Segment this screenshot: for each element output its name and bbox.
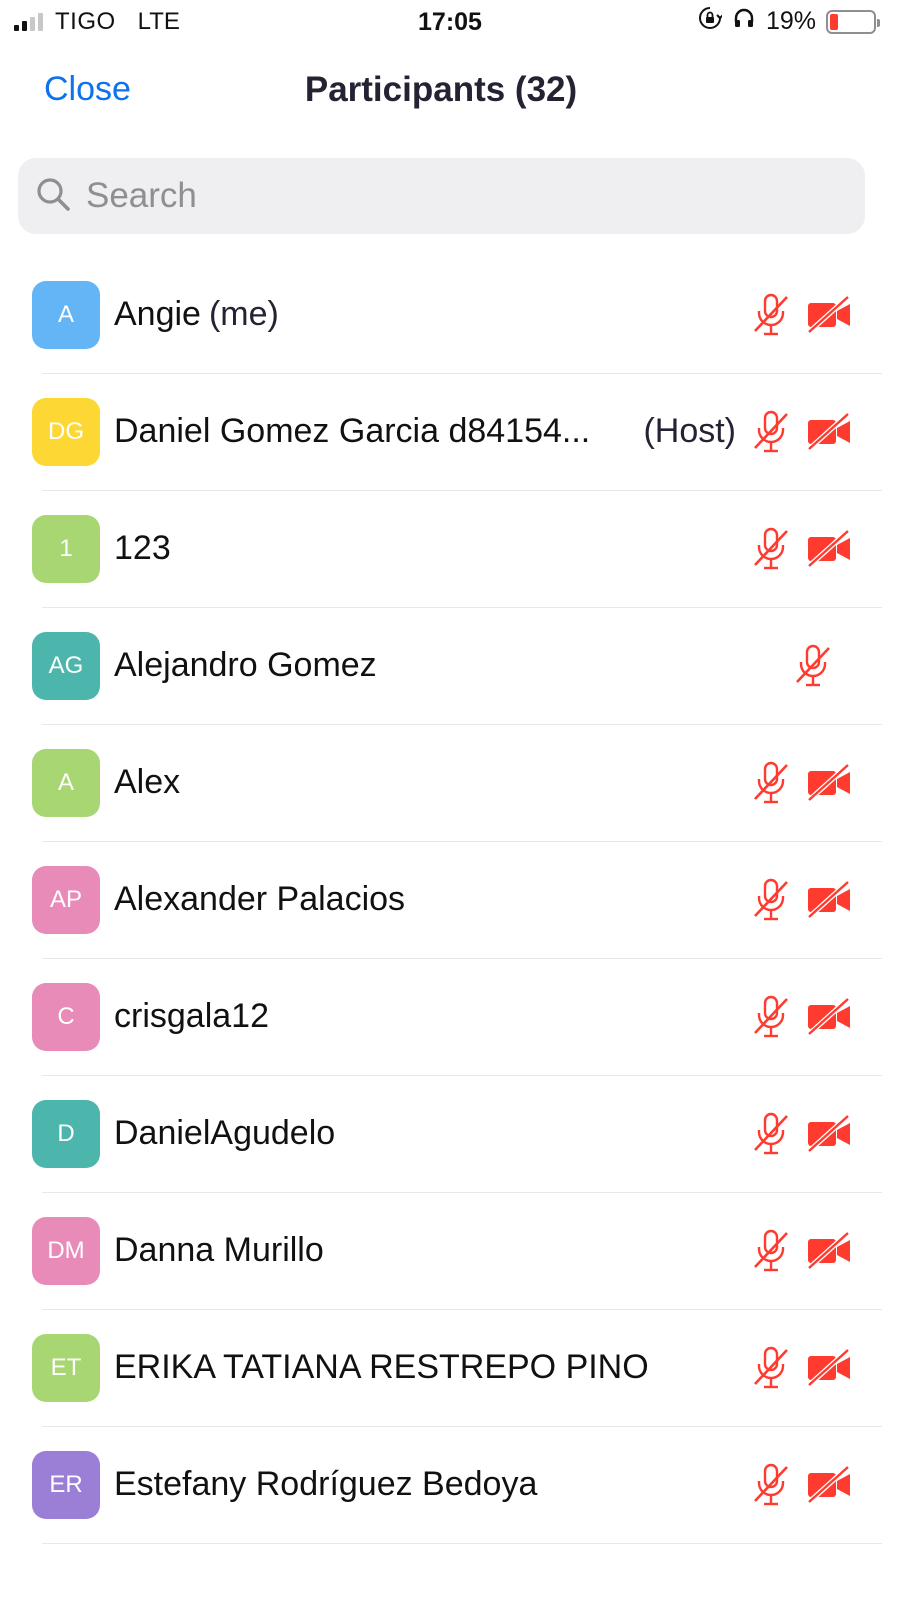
participant-name: DanielAgudelo <box>114 1114 336 1152</box>
mic-muted-icon[interactable] <box>752 878 790 922</box>
mic-muted-icon[interactable] <box>752 1112 790 1156</box>
page-title: Participants (32) <box>304 70 578 109</box>
participant-name: ERIKA TATIANA RESTREPO PINO <box>114 1348 649 1386</box>
participant-name-line: ERIKA TATIANA RESTREPO PINO <box>114 1348 649 1387</box>
video-off-icon[interactable] <box>806 1231 852 1271</box>
participant-name: Danna Murillo <box>114 1231 324 1269</box>
participant-name: Daniel Gomez Garcia d84154... <box>114 412 591 450</box>
headphones-icon <box>732 6 756 37</box>
avatar: 1 <box>32 515 100 583</box>
participant-row-8[interactable]: D DanielAgudelo <box>0 1076 900 1193</box>
participant-name-line: 123 <box>114 529 171 568</box>
participant-row-9[interactable]: DM Danna Murillo <box>0 1193 900 1310</box>
mic-muted-icon[interactable] <box>752 1229 790 1273</box>
avatar: AG <box>32 632 100 700</box>
avatar: C <box>32 983 100 1051</box>
mic-muted-icon[interactable] <box>794 644 832 688</box>
participant-row-3[interactable]: 1 123 <box>0 491 900 608</box>
battery-icon <box>826 9 880 34</box>
battery-percentage: 19% <box>765 7 816 35</box>
video-off-icon[interactable] <box>806 412 852 452</box>
mic-muted-icon[interactable] <box>752 1463 790 1507</box>
participant-name-line: Danna Murillo <box>114 1231 324 1270</box>
participant-name-line: Estefany Rodríguez Bedoya <box>114 1465 537 1504</box>
video-off-icon[interactable] <box>806 1114 852 1154</box>
participant-row-4[interactable]: AG Alejandro Gomez <box>0 608 900 725</box>
participant-row-7[interactable]: C crisgala12 <box>0 959 900 1076</box>
participant-name-line: DanielAgudelo <box>114 1114 335 1153</box>
video-off-icon[interactable] <box>806 1348 852 1388</box>
video-off-icon[interactable] <box>806 295 852 335</box>
mic-muted-icon[interactable] <box>752 293 790 337</box>
avatar: AP <box>32 866 100 934</box>
participant-list: A Angie (me) DG Daniel Gomez Garcia d8415… <box>0 257 900 1544</box>
participant-suffix: (me) <box>208 295 279 333</box>
participant-row-10[interactable]: ET ERIKA TATIANA RESTREPO PINO <box>0 1310 900 1427</box>
video-off-icon[interactable] <box>806 529 852 569</box>
participant-row-11[interactable]: ER Estefany Rodríguez Bedoya <box>0 1427 900 1544</box>
participant-row-5[interactable]: A Alex <box>0 725 900 842</box>
avatar: DM <box>32 1217 100 1285</box>
participant-name: 123 <box>114 529 171 567</box>
participant-name: Estefany Rodríguez Bedoya <box>114 1465 538 1503</box>
search-bar[interactable] <box>18 158 865 234</box>
video-off-icon[interactable] <box>806 997 852 1037</box>
search-icon <box>34 175 72 218</box>
participant-name: crisgala12 <box>114 997 269 1035</box>
status-bar: TIGO LTE 17:05 19% <box>0 0 900 44</box>
participant-name-line: Angie (me) <box>114 295 279 334</box>
mic-muted-icon[interactable] <box>752 995 790 1039</box>
avatar: DG <box>32 398 100 466</box>
participant-name-line: Alex <box>114 763 180 802</box>
participant-name-line: Daniel Gomez Garcia d84154... <box>114 412 590 451</box>
participant-name-line: Alejandro Gomez <box>114 646 377 685</box>
close-button[interactable]: Close <box>44 70 131 109</box>
search-input[interactable] <box>86 176 786 216</box>
participant-name: Alex <box>114 763 181 801</box>
mic-muted-icon[interactable] <box>752 761 790 805</box>
participant-name: Angie <box>114 295 201 333</box>
participant-name-line: Alexander Palacios <box>114 880 405 919</box>
avatar: ER <box>32 1451 100 1519</box>
participant-name-line: crisgala12 <box>114 997 269 1036</box>
status-right: 19% <box>698 6 880 37</box>
video-off-icon[interactable] <box>806 763 852 803</box>
avatar: A <box>32 281 100 349</box>
avatar: ET <box>32 1334 100 1402</box>
mic-muted-icon[interactable] <box>752 1346 790 1390</box>
participant-row-2[interactable]: DG Daniel Gomez Garcia d84154... (Host) <box>0 374 900 491</box>
mic-muted-icon[interactable] <box>752 527 790 571</box>
avatar: D <box>32 1100 100 1168</box>
orientation-lock-icon <box>698 6 724 37</box>
avatar: A <box>32 749 100 817</box>
mic-muted-icon[interactable] <box>752 410 790 454</box>
participant-row-1[interactable]: A Angie (me) <box>0 257 900 374</box>
participant-row-6[interactable]: AP Alexander Palacios <box>0 842 900 959</box>
participant-name: Alejandro Gomez <box>114 646 377 684</box>
row-divider <box>42 1543 882 1544</box>
video-off-icon[interactable] <box>806 1465 852 1505</box>
host-tag: (Host) <box>643 412 736 450</box>
participant-name: Alexander Palacios <box>114 880 406 918</box>
video-off-icon[interactable] <box>806 880 852 920</box>
